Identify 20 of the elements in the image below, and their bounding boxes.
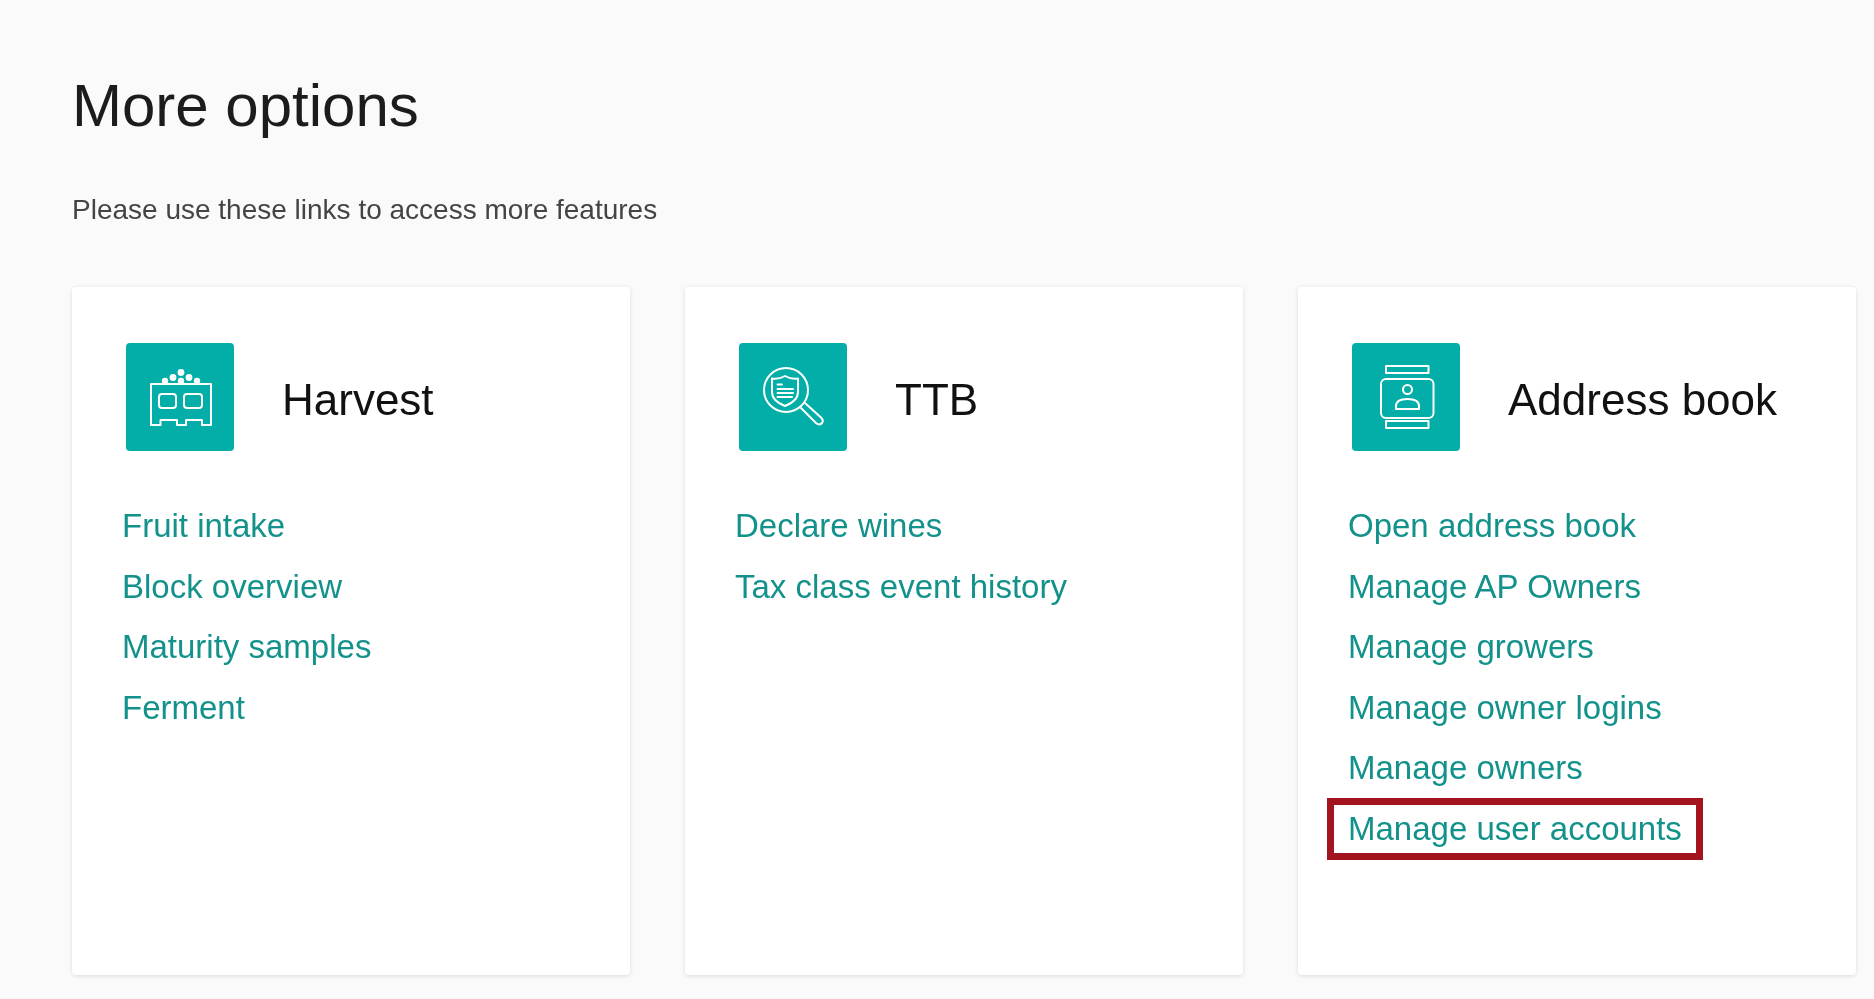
fruit-bin-icon xyxy=(126,343,234,451)
nav-link[interactable]: Manage owners xyxy=(1348,746,1583,791)
nav-link[interactable]: Manage AP Owners xyxy=(1348,564,1641,609)
person-card-icon xyxy=(1352,343,1460,451)
nav-link[interactable]: Manage owner logins xyxy=(1348,685,1662,730)
page-subtitle: Please use these links to access more features xyxy=(72,193,658,227)
page-title: More options xyxy=(72,71,419,141)
nav-link[interactable]: Manage growers xyxy=(1348,625,1594,670)
nav-link[interactable]: Tax class event history xyxy=(735,564,1067,609)
nav-link[interactable]: Manage user accounts xyxy=(1327,797,1703,860)
nav-link[interactable]: Block overview xyxy=(122,564,343,609)
nav-link[interactable]: Declare wines xyxy=(735,504,943,549)
card-heading: Address book xyxy=(1508,374,1778,426)
shield-magnifier-icon xyxy=(739,343,847,451)
card-heading: TTB xyxy=(895,374,979,426)
card-heading: Harvest xyxy=(282,374,434,426)
nav-link[interactable]: Ferment xyxy=(122,685,245,730)
nav-link[interactable]: Open address book xyxy=(1348,504,1637,549)
nav-link[interactable]: Fruit intake xyxy=(122,504,286,549)
nav-link[interactable]: Maturity samples xyxy=(122,625,372,670)
